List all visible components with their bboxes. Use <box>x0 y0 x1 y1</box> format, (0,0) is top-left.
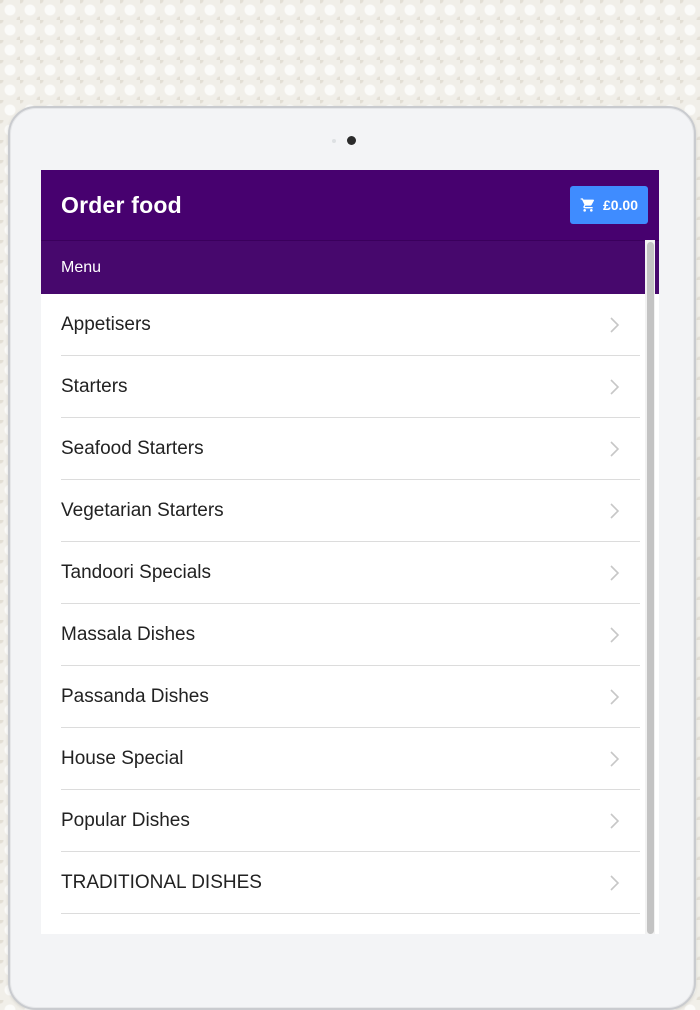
cart-button[interactable]: £0.00 <box>569 186 648 224</box>
list-item[interactable]: Massala Dishes <box>41 604 640 666</box>
app-bar: Order food £0.00 <box>41 170 659 240</box>
list-item[interactable]: Popular Dishes <box>41 790 640 852</box>
chevron-right-icon <box>609 440 620 458</box>
list-item-label: Starters <box>61 376 128 397</box>
list-item[interactable]: House Special <box>41 728 640 790</box>
menu-category-list: Appetisers Starters Seafood Starters Veg… <box>41 294 640 934</box>
sensor-dot <box>332 139 336 143</box>
chevron-right-icon <box>609 502 620 520</box>
list-item-label: Appetisers <box>61 314 151 335</box>
chevron-right-icon <box>609 812 620 830</box>
chevron-right-icon <box>609 874 620 892</box>
page-title: Order food <box>61 191 182 218</box>
camera-icon <box>347 136 356 145</box>
app-screen: Order food £0.00 Menu Appetisers Starter… <box>41 170 659 934</box>
list-item[interactable]: Starters <box>41 356 640 418</box>
list-item-label: Tandoori Specials <box>61 562 211 583</box>
list-item-label: House Special <box>61 748 184 769</box>
list-item[interactable]: Vegetarian Starters <box>41 480 640 542</box>
menu-subheader: Menu <box>41 240 659 294</box>
list-item-label: Seafood Starters <box>61 438 204 459</box>
chevron-right-icon <box>609 750 620 768</box>
scrollbar[interactable] <box>645 240 655 934</box>
chevron-right-icon <box>609 378 620 396</box>
list-item[interactable]: Appetisers <box>41 294 640 356</box>
list-item-label: Vegetarian Starters <box>61 500 224 521</box>
menu-heading: Menu <box>61 258 102 276</box>
list-item-label: Massala Dishes <box>61 624 196 645</box>
list-item[interactable] <box>41 914 640 934</box>
list-item[interactable]: Seafood Starters <box>41 418 640 480</box>
chevron-right-icon <box>609 688 620 706</box>
cart-total: £0.00 <box>602 197 638 213</box>
list-item[interactable]: Tandoori Specials <box>41 542 640 604</box>
list-item[interactable]: TRADITIONAL DISHES <box>41 852 640 914</box>
scrollbar-thumb[interactable] <box>647 242 654 934</box>
chevron-right-icon <box>609 564 620 582</box>
list-item-label: TRADITIONAL DISHES <box>61 872 262 893</box>
list-item-label: Passanda Dishes <box>61 686 209 707</box>
list-item-label: Popular Dishes <box>61 810 190 831</box>
chevron-right-icon <box>609 626 620 644</box>
chevron-right-icon <box>609 316 620 334</box>
cart-icon <box>580 197 596 213</box>
list-item[interactable]: Passanda Dishes <box>41 666 640 728</box>
